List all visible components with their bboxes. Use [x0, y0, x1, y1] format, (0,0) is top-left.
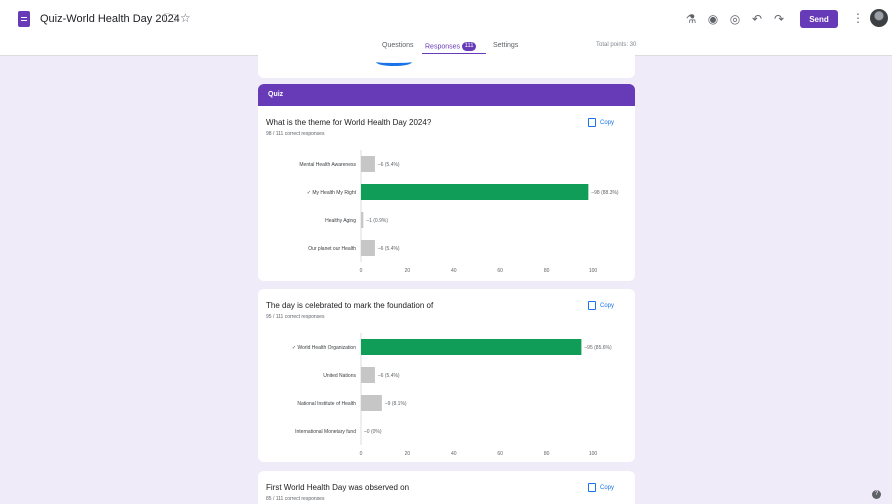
bar-correct — [361, 339, 582, 355]
total-points: Total points: 30 — [596, 42, 637, 48]
copy-label: Copy — [600, 485, 615, 492]
category-label: United Nations — [323, 373, 356, 379]
send-button[interactable]: Send — [800, 10, 838, 28]
tab-settings[interactable]: Settings — [493, 42, 518, 49]
data-label: –6 (5.4%) — [378, 246, 400, 252]
bar-chart: Mental Health Awareness –6 (5.4%) ✓ My Hea… — [299, 150, 619, 274]
x-tick-label: 40 — [451, 451, 457, 457]
document-title[interactable]: Quiz-World Health Day 2024 — [40, 13, 180, 25]
section-title: Quiz — [268, 91, 284, 98]
tab-responses[interactable]: Responses 111 — [425, 42, 477, 51]
bar — [361, 367, 375, 383]
help-icon[interactable]: ? — [872, 490, 881, 499]
previous-card — [258, 54, 635, 78]
category-label: National Institute of Health — [297, 401, 356, 407]
tab-questions[interactable]: Questions — [382, 42, 414, 49]
avatar[interactable] — [870, 9, 888, 27]
data-label: –0 (0%) — [364, 429, 382, 435]
star-icon[interactable]: ☆ — [180, 11, 191, 25]
data-label: –98 (88.3%) — [591, 190, 619, 196]
category-label: ✓ My Health My Right — [307, 190, 357, 196]
data-label: –95 (85.6%) — [584, 345, 612, 351]
category-label: Healthy Aging — [325, 218, 356, 224]
question-card-3: First World Health Day was observed on 8… — [258, 471, 635, 504]
correct-responses-count: 85 / 111 correct responses — [266, 496, 325, 502]
bar-chart: ✓ World Health Organization –95 (85.6%) Un… — [292, 333, 612, 457]
question-title: First World Health Day was observed on — [266, 483, 410, 492]
bar — [361, 156, 375, 172]
x-tick-label: 60 — [497, 451, 503, 457]
category-label: Mental Health Awareness — [299, 162, 356, 168]
decorative-arc — [376, 58, 412, 66]
bar — [361, 395, 382, 411]
question-card-1: What is the theme for World Health Day 2… — [258, 106, 635, 281]
undo-icon[interactable]: ↶ — [749, 11, 765, 27]
section-header: Quiz — [258, 84, 635, 106]
bar — [361, 212, 364, 228]
folder-icon[interactable]: 🗀 — [164, 11, 176, 25]
x-tick-label: 0 — [360, 451, 363, 457]
copy-chart-button[interactable]: Copy — [588, 483, 614, 492]
x-tick-label: 40 — [451, 268, 457, 274]
palette-icon[interactable]: ◉ — [705, 11, 721, 27]
x-tick-label: 80 — [544, 451, 550, 457]
more-options-icon[interactable]: ⋮ — [852, 11, 864, 25]
responses-count-badge: 111 — [462, 42, 477, 51]
x-tick-label: 20 — [405, 268, 411, 274]
tab-responses-label: Responses — [425, 43, 461, 51]
data-label: –6 (5.4%) — [378, 162, 400, 168]
copy-icon — [588, 483, 596, 492]
bar-correct — [361, 184, 589, 200]
data-label: –1 (0.9%) — [366, 218, 388, 224]
x-tick-label: 20 — [405, 451, 411, 457]
redo-icon[interactable]: ↷ — [771, 11, 787, 27]
addon-icon[interactable]: ⚗ — [683, 11, 699, 27]
category-label: Our planet our Health — [308, 246, 356, 252]
x-tick-label: 80 — [544, 268, 550, 274]
category-label: ✓ World Health Organization — [292, 345, 356, 351]
question-card-2: The day is celebrated to mark the founda… — [258, 289, 635, 462]
preview-eye-icon[interactable]: ◎ — [727, 11, 743, 27]
x-tick-label: 0 — [360, 268, 363, 274]
top-bar: Quiz-World Health Day 2024 🗀 ☆ ⚗ ◉ ◎ ↶ ↷… — [0, 0, 892, 38]
x-tick-label: 100 — [589, 451, 598, 457]
x-tick-label: 100 — [589, 268, 598, 274]
bar — [361, 240, 375, 256]
category-label: International Monetary fund — [295, 429, 356, 435]
forms-logo-icon[interactable] — [18, 11, 30, 27]
data-label: –6 (5.4%) — [378, 373, 400, 379]
data-label: –9 (8.1%) — [385, 401, 407, 407]
x-tick-label: 60 — [497, 268, 503, 274]
